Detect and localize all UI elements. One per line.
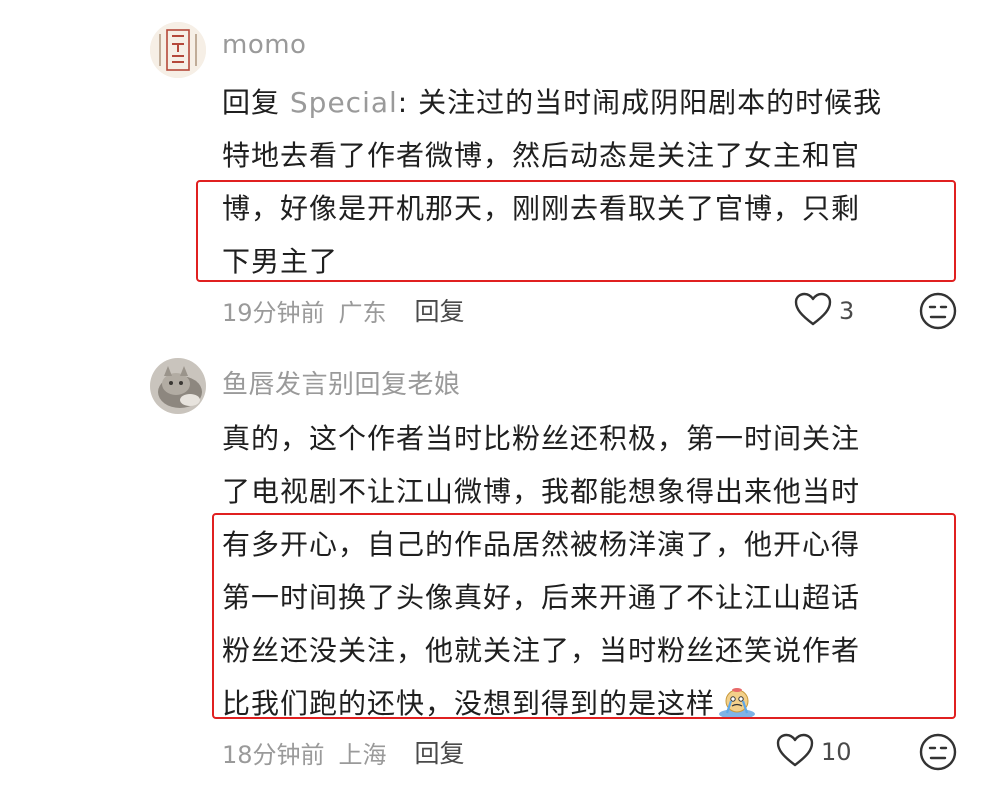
like-count: 10 — [821, 738, 852, 766]
reply-button[interactable]: 回复 — [415, 292, 465, 328]
username[interactable]: 鱼唇发言别回复老娘 — [222, 364, 461, 401]
dislike-emoji-button[interactable] — [918, 291, 958, 335]
comment-meta: 19分钟前 广东 回复 — [222, 292, 465, 328]
location: 广东 — [338, 298, 387, 327]
heart-icon — [775, 732, 815, 772]
cat-photo-avatar-icon[interactable] — [150, 358, 206, 414]
comment-line: 特地去看了作者微博，然后动态是关注了女主和官 — [222, 139, 861, 172]
heart-icon — [793, 291, 833, 331]
comment-actions: 10 — [775, 732, 852, 772]
dislike-emoji-button[interactable] — [918, 732, 958, 776]
like-count: 3 — [839, 297, 855, 325]
username[interactable]: momo — [222, 30, 306, 60]
location: 上海 — [338, 740, 387, 769]
comment-actions: 3 — [793, 291, 854, 331]
comment-line-text: 关注过的当时闹成阴阳剧本的时候我 — [418, 86, 883, 119]
comment-meta: 18分钟前 上海 回复 — [222, 734, 465, 770]
reply-button[interactable]: 回复 — [415, 734, 465, 770]
timestamp: 19分钟前 — [222, 298, 325, 327]
like-button[interactable]: 3 — [793, 291, 854, 331]
highlight-box — [196, 180, 956, 282]
comment-line: 了电视剧不让江山微博，我都能想象得出来他当时 — [222, 475, 861, 508]
meh-face-icon — [919, 733, 957, 771]
highlight-box — [212, 513, 956, 719]
comment-line: 真的，这个作者当时比粉丝还积极，第一时间关注 — [222, 422, 861, 455]
reply-target-user[interactable]: Special — [290, 86, 398, 119]
timestamp: 18分钟前 — [222, 740, 325, 769]
reply-colon: : — [397, 86, 419, 119]
like-button[interactable]: 10 — [775, 732, 852, 772]
comment-line: 回复 Special: 关注过的当时闹成阴阳剧本的时候我 — [222, 76, 952, 129]
meh-face-icon — [919, 292, 957, 330]
reply-prefix: 回复 — [222, 86, 290, 119]
seal-avatar-icon[interactable] — [150, 22, 206, 78]
